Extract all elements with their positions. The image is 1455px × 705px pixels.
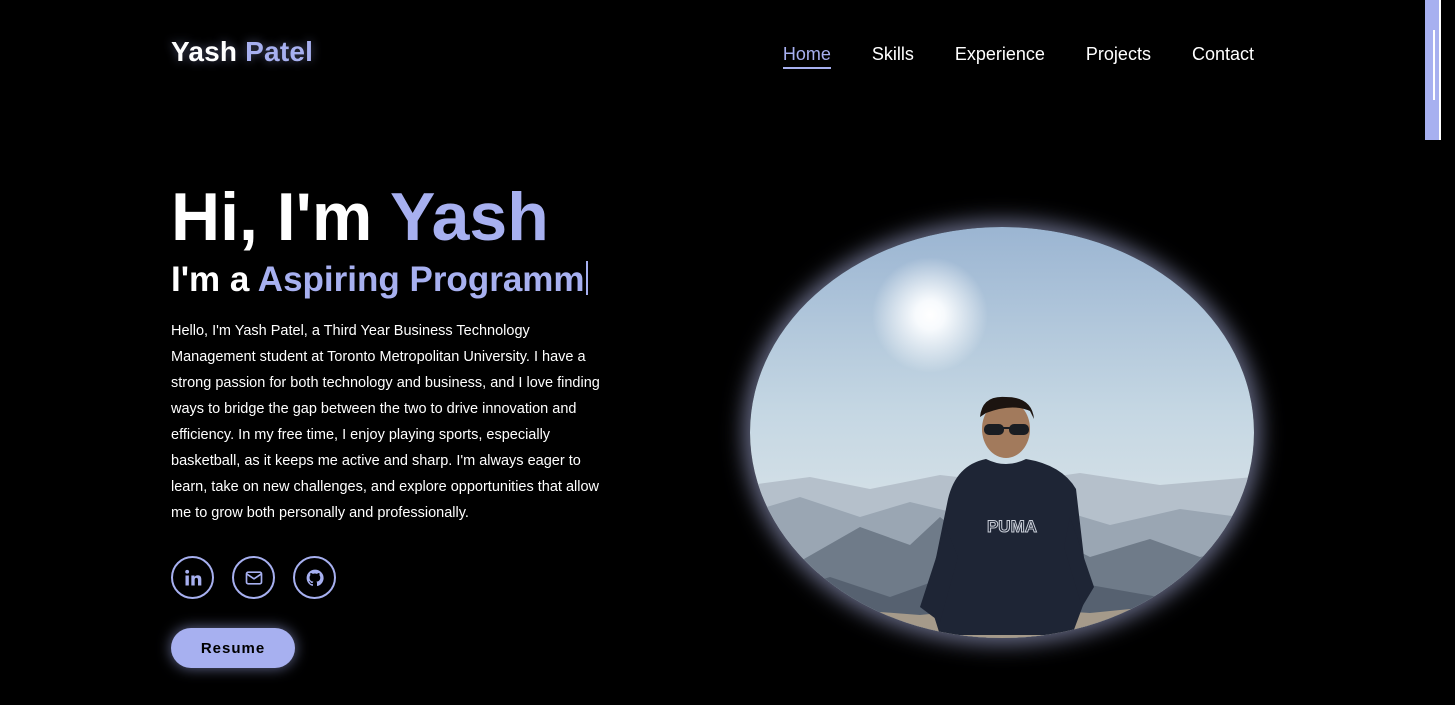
- nav-skills[interactable]: Skills: [872, 44, 914, 69]
- mail-icon: [245, 570, 262, 585]
- logo-last-name: Patel: [245, 36, 314, 67]
- resume-button[interactable]: Resume: [171, 628, 295, 668]
- linkedin-link[interactable]: [171, 556, 214, 599]
- typing-cursor: [585, 261, 588, 295]
- hero-bio: Hello, I'm Yash Patel, a Third Year Busi…: [171, 323, 600, 521]
- portfolio-page: Yash Patel Home Skills Experience Projec…: [0, 0, 1455, 705]
- profile-photo: PUMA: [750, 227, 1254, 638]
- email-link[interactable]: [232, 556, 275, 599]
- hero-greeting: Hi, I'm: [171, 179, 373, 255]
- scrollbar-thumb[interactable]: [1425, 0, 1439, 140]
- hero-role-typed: Aspiring Programm: [257, 260, 585, 299]
- nav-home[interactable]: Home: [782, 44, 831, 69]
- social-links: [171, 556, 336, 599]
- nav-experience[interactable]: Experience: [955, 44, 1045, 69]
- github-icon: [306, 569, 324, 586]
- shirt-logo: PUMA: [987, 517, 1037, 536]
- linkedin-icon: [184, 569, 201, 585]
- main-nav: Home Skills Experience Projects Contact: [782, 44, 1254, 69]
- nav-contact[interactable]: Contact: [1192, 44, 1254, 69]
- profile-photo-image: PUMA: [750, 227, 1254, 638]
- logo-first-name: Yash: [171, 36, 238, 67]
- hero-role: I'm a Aspiring Programm: [171, 259, 588, 301]
- nav-projects[interactable]: Projects: [1086, 44, 1151, 69]
- site-logo[interactable]: Yash Patel: [171, 36, 313, 68]
- hero-role-prefix: I'm a: [171, 260, 250, 299]
- hero-name: Yash: [389, 179, 549, 255]
- github-link[interactable]: [293, 556, 336, 599]
- hero-heading: Hi, I'm Yash: [171, 178, 549, 256]
